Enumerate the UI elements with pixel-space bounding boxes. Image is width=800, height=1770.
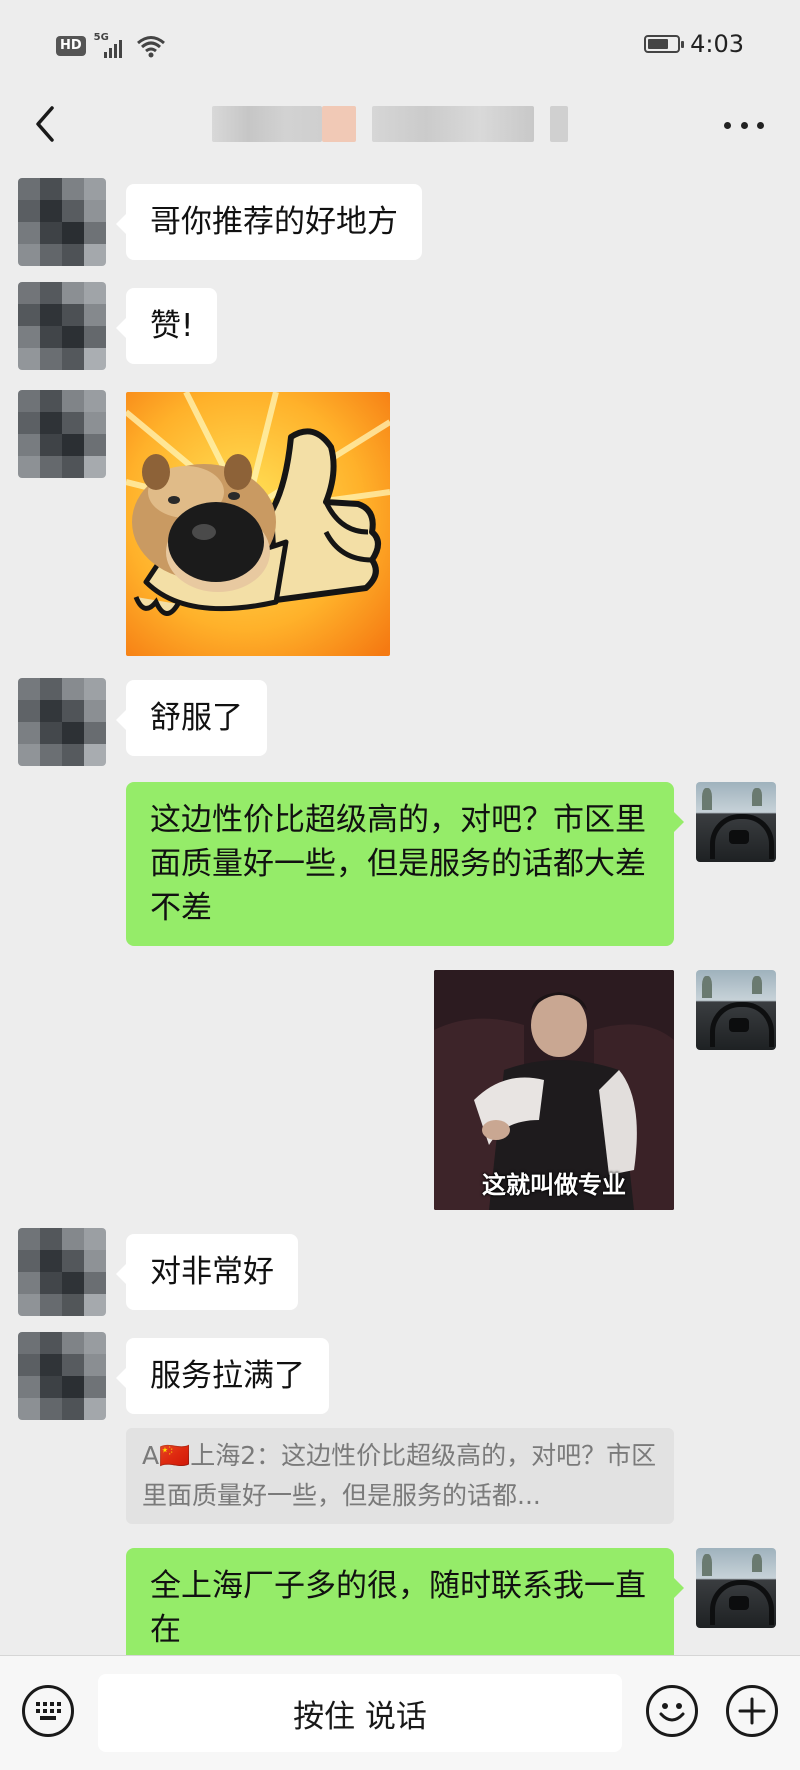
avatar[interactable] [18,282,106,370]
hd-badge: HD [56,36,86,56]
avatar[interactable] [18,1228,106,1316]
signal-icon: 5G [94,32,128,58]
dog-thumbs-up-sticker[interactable] [126,392,390,656]
message-bubble-outgoing[interactable]: 这边性价比超级高的，对吧？市区里面质量好一些，但是服务的话都大差不差 [126,782,684,946]
chat-header [0,80,800,166]
quoted-message[interactable]: A🇨🇳上海2：这边性价比超级高的，对吧？市区里面质量好一些，但是服务的话都... [126,1428,674,1524]
chevron-left-icon[interactable] [30,104,60,144]
avatar[interactable] [18,390,106,478]
avatar[interactable] [18,678,106,766]
avatar[interactable] [18,1332,106,1420]
more-horizontal-icon[interactable] [724,110,764,140]
status-right: 4:03 [644,30,744,58]
input-bar: 按住 说话 [0,1655,800,1770]
message-bubble-incoming[interactable]: 哥你推荐的好地方 [116,184,422,260]
professional-sticker[interactable]: 这就叫做专业 [434,970,674,1210]
chat-area[interactable]: 哥你推荐的好地方 赞! 舒服了 这边性价比超级高的，对吧？市区里面质量好一些，但… [0,170,800,1655]
status-time: 4:03 [690,30,744,58]
message-bubble-incoming[interactable]: 对非常好 [116,1234,298,1310]
battery-icon [644,35,685,53]
emoji-icon[interactable] [646,1685,698,1737]
message-bubble-incoming[interactable]: 服务拉满了 [116,1338,329,1414]
sticker-caption: 这就叫做专业 [482,1171,626,1199]
hold-to-talk-button[interactable]: 按住 说话 [98,1674,622,1752]
status-left: HD 5G [56,32,166,58]
avatar[interactable] [18,178,106,266]
plus-icon[interactable] [726,1685,778,1737]
message-bubble-incoming[interactable]: 赞! [115,288,218,364]
my-avatar[interactable] [696,1548,776,1628]
keyboard-icon[interactable] [22,1685,74,1737]
my-avatar[interactable] [696,782,776,862]
message-bubble-incoming[interactable]: 舒服了 [116,680,267,756]
my-avatar[interactable] [696,970,776,1050]
wifi-icon [136,36,165,58]
message-bubble-outgoing[interactable]: 全上海厂子多的很，随时联系我一直在 [126,1548,684,1655]
